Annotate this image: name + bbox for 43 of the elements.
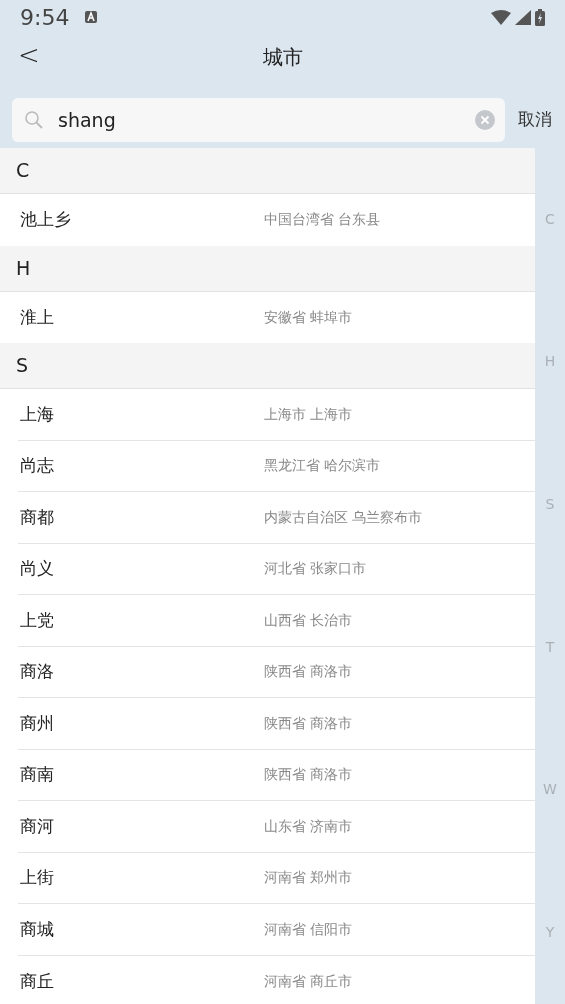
clear-icon[interactable] <box>475 110 495 130</box>
search-bar[interactable]: shang <box>12 98 505 142</box>
city-region: 陕西省 商洛市 <box>264 765 353 785</box>
city-region: 河南省 郑州市 <box>264 868 353 888</box>
city-name[interactable]: 尚志 <box>18 453 264 479</box>
back-button[interactable]: < <box>12 42 46 68</box>
city-name[interactable]: 商洛 <box>18 659 264 685</box>
section-header: H <box>0 245 535 292</box>
city-name[interactable]: 商河 <box>18 813 264 839</box>
city-name[interactable]: 淮上 <box>18 304 264 330</box>
city-name[interactable]: 池上乡 <box>18 207 264 233</box>
signal-icon <box>515 9 531 25</box>
city-region: 黑龙江省 哈尔滨市 <box>264 456 381 476</box>
city-name[interactable]: 商丘 <box>18 968 264 994</box>
city-region: 内蒙古自治区 乌兰察布市 <box>264 507 423 527</box>
city-region: 安徽省 蚌埠市 <box>264 307 353 327</box>
city-name[interactable]: 商南 <box>18 762 264 788</box>
city-region: 中国台湾省 台东县 <box>264 210 381 230</box>
wifi-icon <box>491 9 511 25</box>
cancel-button[interactable]: 取消 <box>505 107 565 133</box>
city-name[interactable]: 商都 <box>18 504 264 530</box>
city-region: 山西省 长治市 <box>264 610 353 630</box>
city-region: 陕西省 商洛市 <box>264 662 353 682</box>
city-region: 山东省 济南市 <box>264 816 353 836</box>
city-name[interactable]: 上街 <box>18 865 264 891</box>
page-title: 城市 <box>262 44 303 71</box>
section-header: C <box>0 148 535 194</box>
battery-icon <box>535 8 545 26</box>
city-name[interactable]: 商城 <box>18 916 264 942</box>
status-time: 9:54 <box>20 3 70 32</box>
city-name[interactable]: 上党 <box>18 607 264 633</box>
search-icon <box>24 110 44 130</box>
city-region: 河南省 商丘市 <box>264 971 353 991</box>
city-name[interactable]: 商州 <box>18 710 264 736</box>
city-region: 上海市 上海市 <box>264 404 353 424</box>
city-name[interactable]: 尚义 <box>18 556 264 582</box>
keyboard-notification-icon <box>85 11 98 23</box>
city-region: 河南省 信阳市 <box>264 919 353 939</box>
city-region: 陕西省 商洛市 <box>264 713 353 733</box>
search-field[interactable]: shang <box>44 104 475 136</box>
section-header: S <box>0 343 535 389</box>
city-name[interactable]: 上海 <box>18 401 264 427</box>
city-region: 河北省 张家口市 <box>264 559 367 579</box>
